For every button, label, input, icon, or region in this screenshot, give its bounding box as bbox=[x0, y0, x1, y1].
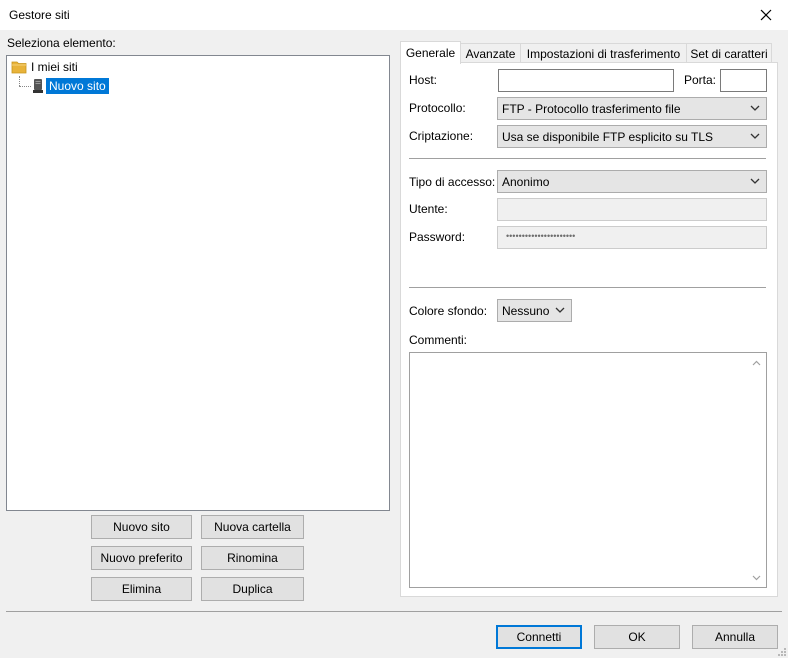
ok-button[interactable]: OK bbox=[594, 625, 680, 649]
password-label: Password: bbox=[409, 230, 466, 244]
protocol-label: Protocollo: bbox=[409, 101, 466, 115]
resize-grip-icon[interactable] bbox=[776, 646, 786, 656]
port-input[interactable] bbox=[720, 69, 767, 92]
title-bar: Gestore siti bbox=[0, 0, 788, 30]
new-folder-button[interactable]: Nuova cartella bbox=[201, 515, 304, 539]
logon-type-select[interactable]: Anonimo bbox=[497, 170, 767, 193]
tree-item-new-site[interactable]: Nuovo sito bbox=[33, 77, 109, 95]
chevron-down-icon bbox=[750, 133, 760, 139]
tab-transfer-settings[interactable]: Impostazioni di trasferimento bbox=[520, 43, 687, 63]
logon-type-label: Tipo di accesso: bbox=[409, 175, 496, 189]
user-label: Utente: bbox=[409, 202, 448, 216]
folder-icon bbox=[11, 61, 27, 74]
footer-separator bbox=[6, 611, 782, 612]
logon-type-value: Anonimo bbox=[502, 174, 550, 189]
tab-advanced[interactable]: Avanzate bbox=[460, 43, 521, 63]
new-bookmark-button[interactable]: Nuovo preferito bbox=[91, 546, 192, 570]
tree-item-label: Nuovo sito bbox=[46, 78, 109, 94]
new-site-button[interactable]: Nuovo sito bbox=[91, 515, 192, 539]
connect-button[interactable]: Connetti bbox=[496, 625, 582, 649]
encryption-select[interactable]: Usa se disponibile FTP esplicito su TLS bbox=[497, 125, 767, 148]
password-value: •••••••••••••••••••••• bbox=[506, 231, 576, 241]
cancel-button[interactable]: Annulla bbox=[692, 625, 778, 649]
password-input[interactable]: •••••••••••••••••••••• bbox=[497, 226, 767, 249]
tree-item-my-sites[interactable]: I miei siti bbox=[11, 59, 78, 75]
protocol-select[interactable]: FTP - Protocollo trasferimento file bbox=[497, 97, 767, 120]
tab-general[interactable]: Generale bbox=[400, 41, 461, 64]
encryption-label: Criptazione: bbox=[409, 129, 474, 143]
tree-connector bbox=[19, 76, 20, 86]
chevron-down-icon bbox=[750, 178, 760, 184]
scroll-up-icon[interactable] bbox=[752, 360, 761, 366]
protocol-value: FTP - Protocollo trasferimento file bbox=[502, 101, 681, 116]
tree-item-label: I miei siti bbox=[31, 60, 78, 74]
window-title: Gestore siti bbox=[9, 8, 70, 22]
site-tree[interactable]: I miei siti Nuovo sito bbox=[6, 55, 390, 511]
chevron-down-icon bbox=[750, 105, 760, 111]
bg-color-label: Colore sfondo: bbox=[409, 304, 488, 318]
close-icon bbox=[760, 9, 771, 21]
port-label: Porta: bbox=[684, 73, 717, 87]
host-label: Host: bbox=[409, 73, 438, 87]
delete-button[interactable]: Elimina bbox=[91, 577, 192, 601]
separator bbox=[409, 287, 766, 288]
tab-charset[interactable]: Set di caratteri bbox=[686, 43, 772, 63]
comments-label: Commenti: bbox=[409, 333, 468, 347]
server-icon bbox=[33, 79, 43, 93]
close-button[interactable] bbox=[743, 0, 788, 30]
bg-color-value: Nessuno bbox=[502, 303, 550, 318]
chevron-down-icon bbox=[555, 307, 565, 313]
tree-connector bbox=[19, 86, 31, 87]
scroll-down-icon[interactable] bbox=[752, 575, 761, 581]
host-input[interactable] bbox=[498, 69, 674, 92]
duplicate-button[interactable]: Duplica bbox=[201, 577, 304, 601]
comments-textarea[interactable] bbox=[409, 352, 767, 588]
rename-button[interactable]: Rinomina bbox=[201, 546, 304, 570]
bg-color-select[interactable]: Nessuno bbox=[497, 299, 572, 322]
encryption-value: Usa se disponibile FTP esplicito su TLS bbox=[502, 129, 713, 144]
select-entry-label: Seleziona elemento: bbox=[7, 36, 116, 50]
separator bbox=[409, 158, 766, 159]
user-input[interactable] bbox=[497, 198, 767, 221]
